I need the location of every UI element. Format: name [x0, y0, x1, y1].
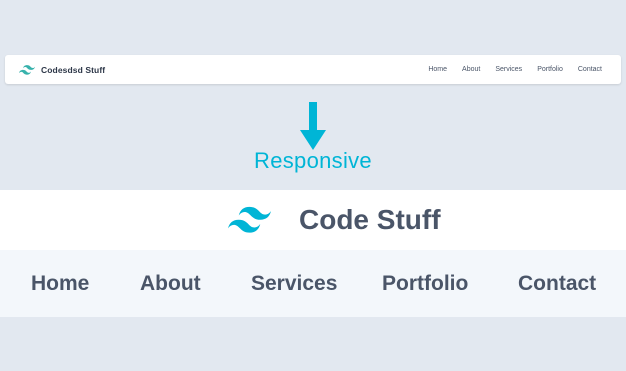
desktop-brand[interactable]: Codesdsd Stuff	[19, 55, 105, 84]
mobile-nav-contact[interactable]: Contact	[518, 250, 596, 317]
desktop-navbar: Codesdsd Stuff Home About Services Portf…	[5, 55, 621, 84]
tailwind-logo-icon	[228, 206, 271, 234]
desktop-nav-contact[interactable]: Contact	[578, 66, 602, 73]
mobile-nav-links: Home About Services Portfolio Contact	[0, 250, 626, 317]
desktop-brand-name: Codesdsd Stuff	[41, 64, 106, 75]
mobile-header: Code Stuff	[0, 190, 626, 250]
mobile-nav-services[interactable]: Services	[251, 250, 337, 317]
desktop-nav-about[interactable]: About	[462, 66, 480, 73]
desktop-nav-services[interactable]: Services	[495, 66, 522, 73]
desktop-nav-portfolio[interactable]: Portfolio	[537, 66, 563, 73]
mobile-nav-about[interactable]: About	[140, 250, 201, 317]
tailwind-logo-icon	[19, 64, 35, 75]
mobile-brand[interactable]: Code Stuff	[228, 190, 441, 250]
desktop-nav-home[interactable]: Home	[428, 66, 447, 73]
mobile-brand-name: Code Stuff	[299, 204, 441, 235]
mobile-nav-home[interactable]: Home	[31, 250, 89, 317]
desktop-nav-links: Home About Services Portfolio Contact	[428, 55, 602, 84]
arrow-down-icon	[300, 102, 326, 150]
responsive-label: Responsive	[254, 148, 372, 173]
mobile-nav-portfolio[interactable]: Portfolio	[382, 250, 468, 317]
